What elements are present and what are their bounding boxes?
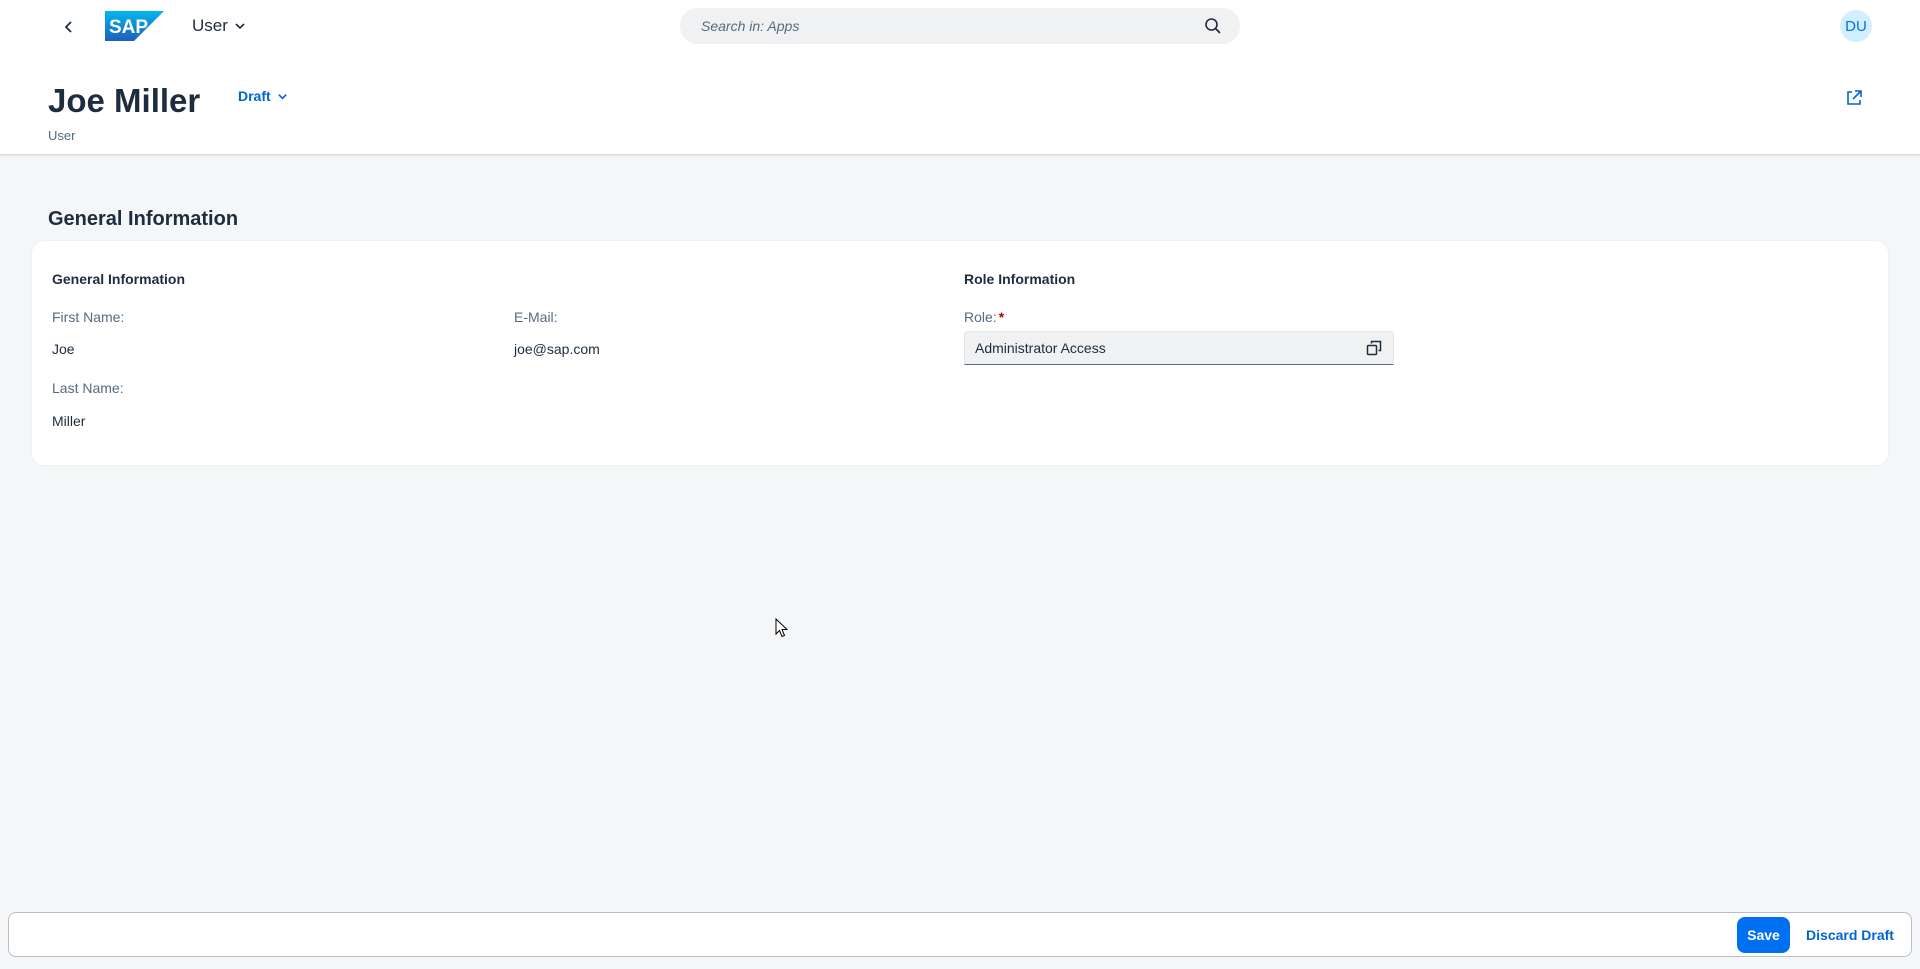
user-avatar[interactable]: DU <box>1840 10 1872 42</box>
object-page-header: Joe Miller User Draft <box>0 52 1920 155</box>
chevron-down-icon <box>277 93 287 100</box>
first-name-value: Joe <box>52 341 75 357</box>
value-help-icon[interactable] <box>1365 339 1383 357</box>
search-input[interactable] <box>701 18 1204 34</box>
app-title: User <box>192 16 228 35</box>
sap-logo[interactable]: SAP <box>105 11 164 41</box>
search-field <box>680 8 1240 44</box>
required-indicator: * <box>998 309 1005 325</box>
general-information-card <box>32 241 1888 465</box>
chevron-down-icon <box>235 23 245 30</box>
role-label: Role: * <box>964 309 1004 325</box>
section-title: General Information <box>48 208 239 230</box>
role-input-value: Administrator Access <box>975 340 1106 356</box>
shell-bar: SAP User DU <box>0 0 1920 52</box>
save-button[interactable]: Save <box>1737 917 1790 953</box>
chevron-left-icon <box>64 21 72 33</box>
email-label: E-Mail: <box>514 309 558 325</box>
draft-label: Draft <box>238 88 271 104</box>
page-subtitle: User <box>48 128 76 143</box>
page-title: Joe Miller <box>48 82 201 119</box>
group-title-role: Role Information <box>964 271 1076 287</box>
app-title-menu[interactable]: User <box>192 15 246 37</box>
last-name-value: Miller <box>52 413 86 429</box>
share-icon <box>1847 90 1862 105</box>
back-button[interactable] <box>56 14 82 40</box>
avatar-initials: DU <box>1845 17 1867 35</box>
role-input[interactable]: Administrator Access <box>964 331 1394 365</box>
discard-draft-button[interactable]: Discard Draft <box>1800 917 1900 953</box>
last-name-label: Last Name: <box>52 380 124 396</box>
share-button[interactable] <box>1842 86 1866 110</box>
draft-status-button[interactable]: Draft <box>238 88 288 104</box>
group-title-general: General Information <box>52 271 186 287</box>
first-name-label: First Name: <box>52 309 125 325</box>
footer-toolbar <box>8 912 1912 957</box>
svg-text:SAP: SAP <box>109 17 148 38</box>
role-label-text: Role: <box>964 309 997 325</box>
mouse-cursor-icon <box>775 618 789 638</box>
search-icon[interactable] <box>1204 17 1222 35</box>
email-value: joe@sap.com <box>514 341 600 357</box>
